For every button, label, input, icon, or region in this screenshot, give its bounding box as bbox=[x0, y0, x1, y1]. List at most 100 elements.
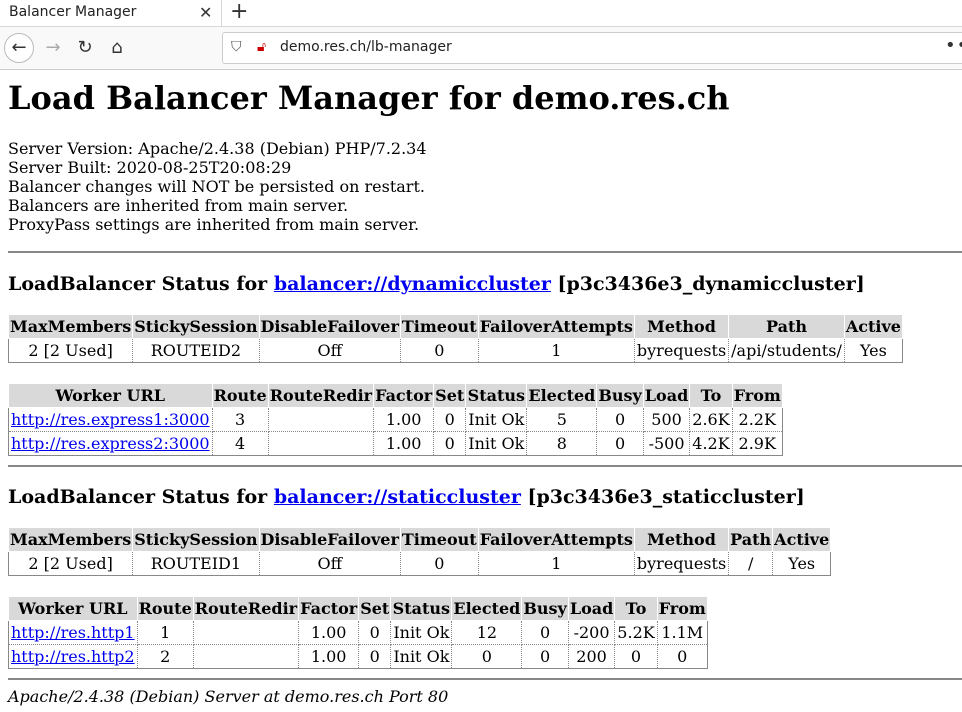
col-header: Elected bbox=[526, 383, 598, 408]
table-cell bbox=[192, 644, 300, 669]
table-cell: 200 bbox=[567, 644, 616, 669]
address-bar[interactable]: ⛉ 🔓︎ demo.res.ch/lb-manager ••• bbox=[222, 32, 962, 64]
back-icon[interactable]: ← bbox=[4, 33, 34, 63]
table-cell: Off bbox=[258, 551, 401, 576]
col-header: Load bbox=[642, 383, 691, 408]
table-cell: 12 bbox=[451, 620, 523, 645]
divider bbox=[8, 251, 962, 253]
worker-url-cell: http://res.express2:3000 bbox=[8, 431, 213, 456]
table-cell: 0 bbox=[399, 338, 479, 363]
reload-icon[interactable]: ↻ bbox=[70, 33, 100, 63]
table-cell: 0 bbox=[521, 620, 569, 645]
shield-icon[interactable]: ⛉ bbox=[231, 39, 242, 55]
col-header: Active bbox=[843, 314, 903, 339]
worker-url-link[interactable]: http://res.express1:3000 bbox=[11, 410, 210, 429]
worker-url-link[interactable]: http://res.http2 bbox=[11, 647, 135, 666]
url-text[interactable]: demo.res.ch/lb-manager bbox=[280, 39, 452, 55]
col-header: Active bbox=[772, 527, 832, 552]
table-cell: 1.00 bbox=[298, 644, 360, 669]
forward-icon[interactable]: → bbox=[38, 33, 68, 63]
col-header: Set bbox=[358, 596, 392, 621]
table-cell: 2 [2 Used] bbox=[7, 551, 134, 576]
table-cell: 1.00 bbox=[373, 431, 435, 456]
table-cell: 8 bbox=[526, 431, 598, 456]
table-cell: -500 bbox=[642, 431, 691, 456]
table-cell: 4.2K bbox=[689, 431, 733, 456]
insecure-lock-icon[interactable]: 🔓︎ bbox=[257, 39, 266, 55]
table-cell: 0 bbox=[596, 431, 644, 456]
balancer-id: [p3c3436e3_staticcluster] bbox=[527, 486, 805, 508]
worker-url-cell: http://res.http1 bbox=[8, 620, 138, 645]
table-cell: -200 bbox=[567, 620, 616, 645]
worker-url-link[interactable]: http://res.express2:3000 bbox=[11, 434, 210, 453]
server-info: Server Version: Apache/2.4.38 (Debian) P… bbox=[8, 139, 962, 234]
table-cell: 1.1M bbox=[656, 620, 708, 645]
worker-table: Worker URL Route RouteRedir Factor Set S… bbox=[8, 383, 783, 456]
table-cell: Yes bbox=[772, 551, 832, 576]
table-cell: 2 bbox=[136, 644, 194, 669]
table-row: http://res.http2 2 1.00 0 Init Ok 0 0 20… bbox=[8, 644, 708, 669]
table-cell: byrequests bbox=[633, 338, 730, 363]
table-cell: 0 bbox=[596, 407, 644, 432]
col-header: MaxMembers bbox=[7, 527, 134, 552]
table-cell: 1 bbox=[477, 338, 635, 363]
table-cell: ROUTEID2 bbox=[132, 338, 260, 363]
col-header: Method bbox=[633, 527, 730, 552]
worker-url-link[interactable]: http://res.http1 bbox=[11, 623, 135, 642]
table-cell bbox=[267, 431, 375, 456]
table-cell: 0 bbox=[451, 644, 523, 669]
note-proxypass: ProxyPass settings are inherited from ma… bbox=[8, 215, 420, 234]
table-cell: 5 bbox=[526, 407, 598, 432]
table-cell: 4 bbox=[211, 431, 269, 456]
table-cell bbox=[192, 620, 300, 645]
note-persist: Balancer changes will NOT be persisted o… bbox=[8, 177, 425, 196]
table-cell: byrequests bbox=[633, 551, 730, 576]
table-cell: 0 bbox=[614, 644, 658, 669]
page-actions-icon[interactable]: ••• bbox=[945, 35, 962, 56]
table-cell: 0 bbox=[399, 551, 479, 576]
col-header: Factor bbox=[298, 596, 360, 621]
table-cell: Init Ok bbox=[390, 644, 453, 669]
table-cell: /api/students/ bbox=[728, 338, 845, 363]
worker-table: Worker URL Route RouteRedir Factor Set S… bbox=[8, 596, 708, 669]
balancer-link[interactable]: balancer://dynamiccluster bbox=[274, 273, 551, 295]
table-cell: 500 bbox=[642, 407, 691, 432]
divider bbox=[8, 678, 962, 680]
table-cell: 1 bbox=[477, 551, 635, 576]
col-header: To bbox=[614, 596, 658, 621]
balancer-settings-table: MaxMembers StickySession DisableFailover… bbox=[7, 527, 832, 576]
new-tab-icon[interactable]: + bbox=[230, 0, 248, 24]
balancer-settings-table: MaxMembers StickySession DisableFailover… bbox=[7, 314, 903, 363]
table-cell: 1 bbox=[136, 620, 194, 645]
col-header: Worker URL bbox=[8, 383, 213, 408]
worker-url-cell: http://res.http2 bbox=[8, 644, 138, 669]
close-tab-icon[interactable]: ✕ bbox=[199, 3, 212, 22]
col-header: FailoverAttempts bbox=[477, 314, 635, 339]
table-cell: 2.2K bbox=[731, 407, 783, 432]
table-cell: Init Ok bbox=[465, 407, 528, 432]
header-row: Worker URL Route RouteRedir Factor Set S… bbox=[8, 596, 708, 621]
home-icon[interactable]: ⌂ bbox=[102, 33, 132, 63]
table-cell: Init Ok bbox=[390, 620, 453, 645]
col-header: Status bbox=[465, 383, 528, 408]
page-title: Load Balancer Manager for demo.res.ch bbox=[8, 79, 730, 117]
col-header: Status bbox=[390, 596, 453, 621]
browser-tab[interactable]: Balancer Manager ✕ bbox=[0, 0, 222, 26]
col-header: RouteRedir bbox=[267, 383, 375, 408]
table-cell: 0 bbox=[433, 407, 467, 432]
balancer-heading: LoadBalancer Status for balancer://dynam… bbox=[8, 273, 962, 295]
col-header: Worker URL bbox=[8, 596, 138, 621]
col-header: To bbox=[689, 383, 733, 408]
col-header: MaxMembers bbox=[7, 314, 134, 339]
table-cell: 1.00 bbox=[373, 407, 435, 432]
page-content: Load Balancer Manager for demo.res.ch Se… bbox=[0, 80, 962, 706]
balancer-link[interactable]: balancer://staticcluster bbox=[274, 486, 521, 508]
heading-prefix: LoadBalancer Status for bbox=[8, 486, 268, 508]
table-cell: 0 bbox=[521, 644, 569, 669]
col-header: Elected bbox=[451, 596, 523, 621]
table-row: http://res.express2:3000 4 1.00 0 Init O… bbox=[8, 431, 783, 456]
col-header: Path bbox=[728, 314, 845, 339]
table-cell: 3 bbox=[211, 407, 269, 432]
table-cell: Off bbox=[258, 338, 401, 363]
table-cell bbox=[267, 407, 375, 432]
